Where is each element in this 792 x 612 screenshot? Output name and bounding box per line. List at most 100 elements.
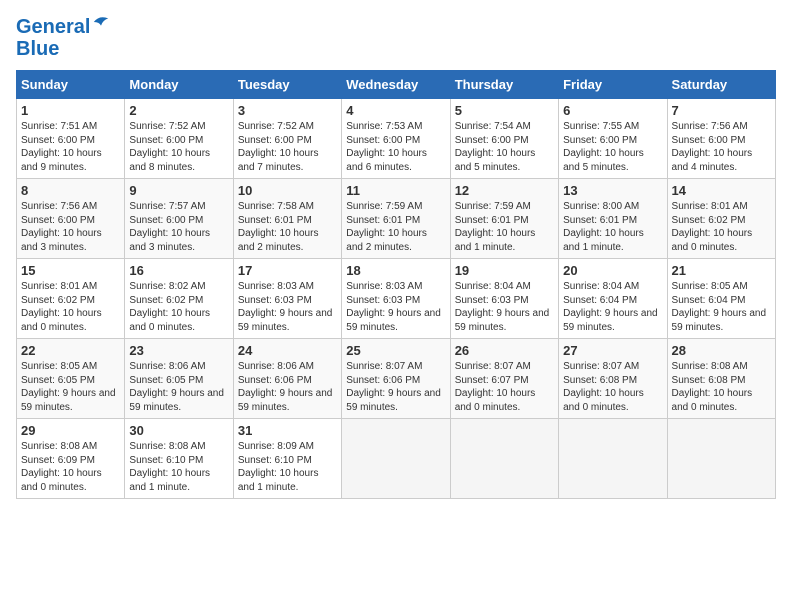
day-number: 22	[21, 343, 120, 358]
week-row-1: 1 Sunrise: 7:51 AM Sunset: 6:00 PM Dayli…	[17, 99, 776, 179]
calendar-cell: 3 Sunrise: 7:52 AM Sunset: 6:00 PM Dayli…	[233, 99, 341, 179]
calendar-cell: 6 Sunrise: 7:55 AM Sunset: 6:00 PM Dayli…	[559, 99, 667, 179]
logo-bird-icon	[92, 13, 110, 31]
day-number: 1	[21, 103, 120, 118]
day-info: Sunrise: 8:07 AM Sunset: 6:07 PM Dayligh…	[455, 360, 554, 414]
day-info: Sunrise: 8:03 AM Sunset: 6:03 PM Dayligh…	[238, 280, 337, 334]
header: General Blue	[16, 16, 776, 60]
day-info: Sunrise: 8:04 AM Sunset: 6:04 PM Dayligh…	[563, 280, 662, 334]
calendar-cell: 4 Sunrise: 7:53 AM Sunset: 6:00 PM Dayli…	[342, 99, 450, 179]
day-number: 31	[238, 423, 337, 438]
day-info: Sunrise: 7:52 AM Sunset: 6:00 PM Dayligh…	[129, 120, 228, 174]
day-number: 21	[672, 263, 771, 278]
day-number: 6	[563, 103, 662, 118]
calendar-cell: 1 Sunrise: 7:51 AM Sunset: 6:00 PM Dayli…	[17, 99, 125, 179]
day-number: 2	[129, 103, 228, 118]
day-number: 23	[129, 343, 228, 358]
day-number: 7	[672, 103, 771, 118]
logo-blue: Blue	[16, 38, 110, 60]
weekday-thursday: Thursday	[450, 71, 558, 99]
day-number: 17	[238, 263, 337, 278]
day-info: Sunrise: 8:06 AM Sunset: 6:05 PM Dayligh…	[129, 360, 228, 414]
day-info: Sunrise: 7:54 AM Sunset: 6:00 PM Dayligh…	[455, 120, 554, 174]
calendar-cell: 2 Sunrise: 7:52 AM Sunset: 6:00 PM Dayli…	[125, 99, 233, 179]
day-info: Sunrise: 7:51 AM Sunset: 6:00 PM Dayligh…	[21, 120, 120, 174]
calendar-table: SundayMondayTuesdayWednesdayThursdayFrid…	[16, 70, 776, 499]
weekday-friday: Friday	[559, 71, 667, 99]
calendar-cell: 18 Sunrise: 8:03 AM Sunset: 6:03 PM Dayl…	[342, 259, 450, 339]
calendar-body: 1 Sunrise: 7:51 AM Sunset: 6:00 PM Dayli…	[17, 99, 776, 499]
weekday-saturday: Saturday	[667, 71, 775, 99]
day-info: Sunrise: 7:59 AM Sunset: 6:01 PM Dayligh…	[455, 200, 554, 254]
day-info: Sunrise: 7:52 AM Sunset: 6:00 PM Dayligh…	[238, 120, 337, 174]
week-row-2: 8 Sunrise: 7:56 AM Sunset: 6:00 PM Dayli…	[17, 179, 776, 259]
week-row-3: 15 Sunrise: 8:01 AM Sunset: 6:02 PM Dayl…	[17, 259, 776, 339]
calendar-cell: 12 Sunrise: 7:59 AM Sunset: 6:01 PM Dayl…	[450, 179, 558, 259]
day-number: 18	[346, 263, 445, 278]
calendar-cell: 13 Sunrise: 8:00 AM Sunset: 6:01 PM Dayl…	[559, 179, 667, 259]
calendar-cell: 5 Sunrise: 7:54 AM Sunset: 6:00 PM Dayli…	[450, 99, 558, 179]
weekday-header-row: SundayMondayTuesdayWednesdayThursdayFrid…	[17, 71, 776, 99]
day-number: 25	[346, 343, 445, 358]
calendar-cell: 21 Sunrise: 8:05 AM Sunset: 6:04 PM Dayl…	[667, 259, 775, 339]
day-number: 30	[129, 423, 228, 438]
day-info: Sunrise: 7:58 AM Sunset: 6:01 PM Dayligh…	[238, 200, 337, 254]
day-info: Sunrise: 7:57 AM Sunset: 6:00 PM Dayligh…	[129, 200, 228, 254]
logo-general: General	[16, 16, 90, 38]
calendar-cell: 8 Sunrise: 7:56 AM Sunset: 6:00 PM Dayli…	[17, 179, 125, 259]
week-row-4: 22 Sunrise: 8:05 AM Sunset: 6:05 PM Dayl…	[17, 339, 776, 419]
day-info: Sunrise: 8:09 AM Sunset: 6:10 PM Dayligh…	[238, 440, 337, 494]
calendar-cell	[450, 419, 558, 499]
day-number: 9	[129, 183, 228, 198]
weekday-tuesday: Tuesday	[233, 71, 341, 99]
calendar-cell: 17 Sunrise: 8:03 AM Sunset: 6:03 PM Dayl…	[233, 259, 341, 339]
calendar-cell: 25 Sunrise: 8:07 AM Sunset: 6:06 PM Dayl…	[342, 339, 450, 419]
day-number: 27	[563, 343, 662, 358]
calendar-cell: 16 Sunrise: 8:02 AM Sunset: 6:02 PM Dayl…	[125, 259, 233, 339]
day-number: 4	[346, 103, 445, 118]
day-number: 19	[455, 263, 554, 278]
day-info: Sunrise: 8:08 AM Sunset: 6:10 PM Dayligh…	[129, 440, 228, 494]
day-info: Sunrise: 7:56 AM Sunset: 6:00 PM Dayligh…	[672, 120, 771, 174]
calendar-cell: 28 Sunrise: 8:08 AM Sunset: 6:08 PM Dayl…	[667, 339, 775, 419]
day-info: Sunrise: 8:05 AM Sunset: 6:05 PM Dayligh…	[21, 360, 120, 414]
day-number: 15	[21, 263, 120, 278]
calendar-cell: 24 Sunrise: 8:06 AM Sunset: 6:06 PM Dayl…	[233, 339, 341, 419]
calendar-cell	[667, 419, 775, 499]
day-info: Sunrise: 8:05 AM Sunset: 6:04 PM Dayligh…	[672, 280, 771, 334]
day-number: 16	[129, 263, 228, 278]
calendar-cell: 9 Sunrise: 7:57 AM Sunset: 6:00 PM Dayli…	[125, 179, 233, 259]
day-info: Sunrise: 8:01 AM Sunset: 6:02 PM Dayligh…	[21, 280, 120, 334]
day-number: 13	[563, 183, 662, 198]
day-info: Sunrise: 8:04 AM Sunset: 6:03 PM Dayligh…	[455, 280, 554, 334]
weekday-wednesday: Wednesday	[342, 71, 450, 99]
day-info: Sunrise: 8:06 AM Sunset: 6:06 PM Dayligh…	[238, 360, 337, 414]
calendar-cell: 30 Sunrise: 8:08 AM Sunset: 6:10 PM Dayl…	[125, 419, 233, 499]
calendar-cell: 11 Sunrise: 7:59 AM Sunset: 6:01 PM Dayl…	[342, 179, 450, 259]
day-number: 3	[238, 103, 337, 118]
day-number: 5	[455, 103, 554, 118]
day-number: 20	[563, 263, 662, 278]
day-info: Sunrise: 7:56 AM Sunset: 6:00 PM Dayligh…	[21, 200, 120, 254]
week-row-5: 29 Sunrise: 8:08 AM Sunset: 6:09 PM Dayl…	[17, 419, 776, 499]
calendar-cell: 19 Sunrise: 8:04 AM Sunset: 6:03 PM Dayl…	[450, 259, 558, 339]
day-info: Sunrise: 8:08 AM Sunset: 6:09 PM Dayligh…	[21, 440, 120, 494]
calendar-cell: 10 Sunrise: 7:58 AM Sunset: 6:01 PM Dayl…	[233, 179, 341, 259]
day-info: Sunrise: 8:03 AM Sunset: 6:03 PM Dayligh…	[346, 280, 445, 334]
calendar-cell: 15 Sunrise: 8:01 AM Sunset: 6:02 PM Dayl…	[17, 259, 125, 339]
day-number: 12	[455, 183, 554, 198]
calendar-cell: 23 Sunrise: 8:06 AM Sunset: 6:05 PM Dayl…	[125, 339, 233, 419]
calendar-cell: 29 Sunrise: 8:08 AM Sunset: 6:09 PM Dayl…	[17, 419, 125, 499]
calendar-cell: 22 Sunrise: 8:05 AM Sunset: 6:05 PM Dayl…	[17, 339, 125, 419]
day-number: 11	[346, 183, 445, 198]
day-info: Sunrise: 8:02 AM Sunset: 6:02 PM Dayligh…	[129, 280, 228, 334]
day-number: 29	[21, 423, 120, 438]
day-info: Sunrise: 8:07 AM Sunset: 6:06 PM Dayligh…	[346, 360, 445, 414]
day-info: Sunrise: 8:08 AM Sunset: 6:08 PM Dayligh…	[672, 360, 771, 414]
day-info: Sunrise: 8:01 AM Sunset: 6:02 PM Dayligh…	[672, 200, 771, 254]
calendar-cell: 20 Sunrise: 8:04 AM Sunset: 6:04 PM Dayl…	[559, 259, 667, 339]
day-info: Sunrise: 7:53 AM Sunset: 6:00 PM Dayligh…	[346, 120, 445, 174]
calendar-cell	[559, 419, 667, 499]
calendar-cell: 7 Sunrise: 7:56 AM Sunset: 6:00 PM Dayli…	[667, 99, 775, 179]
calendar-cell: 14 Sunrise: 8:01 AM Sunset: 6:02 PM Dayl…	[667, 179, 775, 259]
